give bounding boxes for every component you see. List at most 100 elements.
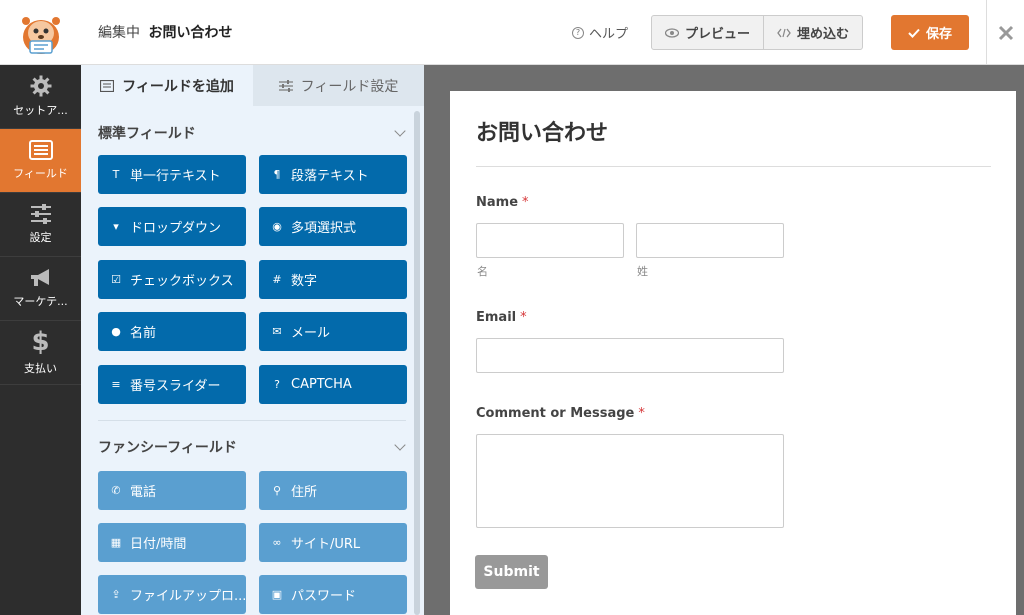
slider-icon: ≡ [111, 378, 121, 391]
field-button-label: CAPTCHA [291, 377, 352, 392]
chevron-down-icon [394, 125, 406, 137]
user-icon: ● [111, 325, 121, 338]
fancy-fields-heading[interactable]: ファンシーフィールド [98, 437, 408, 457]
submit-button[interactable]: Submit [475, 555, 548, 589]
field-button-phone[interactable]: ✆ 電話 [98, 471, 246, 510]
link-icon: ∞ [272, 536, 282, 549]
radio-icon: ◉ [272, 220, 282, 233]
lock-icon: ▣ [271, 588, 283, 601]
required-marker: * [638, 406, 645, 421]
embed-button[interactable]: 埋め込む [763, 16, 862, 49]
field-button-paragraph-text[interactable]: ¶ 段落テキスト [259, 155, 407, 194]
field-button-label: 多項選択式 [291, 221, 357, 236]
field-button-email[interactable]: ✉ メール [259, 312, 407, 351]
gear-icon [30, 75, 51, 97]
field-button-label: サイト/URL [291, 537, 361, 552]
check-icon [908, 28, 920, 38]
email-input[interactable] [476, 338, 784, 373]
sidebar-item-label: セットア... [13, 104, 68, 117]
field-button-password[interactable]: ▣ パスワード [259, 575, 407, 614]
form-title-divider [476, 166, 991, 167]
tab-field-options[interactable]: フィールド設定 [253, 65, 424, 106]
divider [98, 420, 406, 421]
field-button-label: 住所 [291, 485, 318, 500]
standard-fields-heading[interactable]: 標準フィールド [98, 123, 408, 143]
message-field-label: Comment or Message * [476, 406, 645, 421]
field-button-number-slider[interactable]: ≡ 番号スライダー [98, 365, 246, 404]
list-icon [100, 79, 115, 92]
tab-label: フィールド設定 [300, 78, 399, 95]
panel-scrollbar[interactable] [414, 111, 420, 615]
top-bar: 編集中 お問い合わせ ? ヘルプ プレビュー 埋め込む 保存 [0, 0, 1024, 65]
field-button-file-upload[interactable]: ⇪ ファイルアップロ... [98, 575, 246, 614]
paragraph-icon: ¶ [273, 168, 281, 181]
sidebar-item-marketing[interactable]: マーケテ... [0, 257, 81, 321]
field-button-single-line-text[interactable]: T 単一行テキスト [98, 155, 246, 194]
left-sidebar: セットア... フィールド 設定 マーケテ... $ 支払い [0, 65, 81, 615]
field-button-label: 名前 [130, 326, 157, 341]
save-button[interactable]: 保存 [891, 15, 969, 50]
field-button-captcha[interactable]: ? CAPTCHA [259, 365, 407, 404]
field-button-label: 単一行テキスト [130, 169, 221, 184]
close-button[interactable] [986, 0, 1024, 65]
eye-icon [665, 27, 679, 38]
sidebar-item-settings[interactable]: 設定 [0, 193, 81, 257]
field-button-label: ドロップダウン [130, 221, 222, 236]
email-label-text: Email [476, 310, 517, 325]
help-link[interactable]: ? ヘルプ [572, 23, 628, 42]
last-name-input[interactable] [636, 223, 784, 258]
sidebar-item-label: 設定 [29, 231, 52, 244]
tab-add-fields[interactable]: フィールドを追加 [81, 65, 253, 106]
field-button-address[interactable]: ⚲ 住所 [259, 471, 407, 510]
dollar-icon: $ [31, 327, 50, 357]
chevron-down-icon [394, 439, 406, 451]
form-name: お問い合わせ [148, 25, 233, 41]
first-name-input[interactable] [476, 223, 624, 258]
field-button-website-url[interactable]: ∞ サイト/URL [259, 523, 407, 562]
phone-icon: ✆ [111, 484, 121, 497]
panel-tabs: フィールドを追加 フィールド設定 [81, 65, 424, 106]
calendar-icon: ▦ [110, 536, 122, 549]
message-textarea[interactable] [476, 434, 784, 528]
help-icon: ? [572, 26, 584, 39]
sidebar-item-fields[interactable]: フィールド [0, 129, 81, 193]
sidebar-item-payments[interactable]: $ 支払い [0, 321, 81, 385]
field-button-checkboxes[interactable]: ☑ チェックボックス [98, 260, 246, 299]
field-button-label: チェックボックス [130, 274, 234, 289]
help-label: ヘルプ [589, 27, 629, 42]
field-button-numbers[interactable]: # 数字 [259, 260, 407, 299]
field-button-name[interactable]: ● 名前 [98, 312, 246, 351]
code-icon [777, 28, 791, 37]
envelope-icon: ✉ [272, 325, 282, 338]
wpforms-logo [0, 0, 81, 65]
field-button-label: 段落テキスト [291, 169, 369, 184]
field-button-dropdown[interactable]: ▾ ドロップダウン [98, 207, 246, 246]
last-name-sublabel: 姓 [637, 265, 648, 278]
field-button-label: パスワード [291, 589, 357, 604]
first-name-sublabel: 名 [477, 265, 488, 278]
sidebar-item-label: フィールド [13, 167, 68, 180]
megaphone-icon [30, 269, 49, 286]
field-button-label: メール [291, 326, 331, 341]
standard-fields-heading-label: 標準フィールド [98, 126, 196, 142]
field-button-label: 日付/時間 [130, 537, 187, 552]
text-icon: T [112, 168, 120, 181]
sidebar-item-label: マーケテ... [13, 295, 68, 308]
sidebar-item-setup[interactable]: セットア... [0, 65, 81, 129]
field-button-date-time[interactable]: ▦ 日付/時間 [98, 523, 246, 562]
required-marker: * [522, 195, 529, 210]
preview-button[interactable]: プレビュー [652, 16, 763, 49]
field-button-label: ファイルアップロ... [130, 589, 246, 604]
close-icon [998, 25, 1013, 40]
map-pin-icon: ⚲ [272, 484, 282, 497]
field-button-multiple-choice[interactable]: ◉ 多項選択式 [259, 207, 407, 246]
tab-label: フィールドを追加 [122, 78, 234, 95]
fields-icon [28, 140, 53, 160]
email-field-label: Email * [476, 310, 527, 325]
name-label-text: Name [476, 195, 519, 210]
editing-label: 編集中 [98, 25, 140, 41]
save-label: 保存 [925, 27, 952, 42]
hash-icon: # [272, 273, 282, 286]
field-button-label: 番号スライダー [130, 379, 221, 394]
preview-label: プレビュー [685, 27, 751, 42]
